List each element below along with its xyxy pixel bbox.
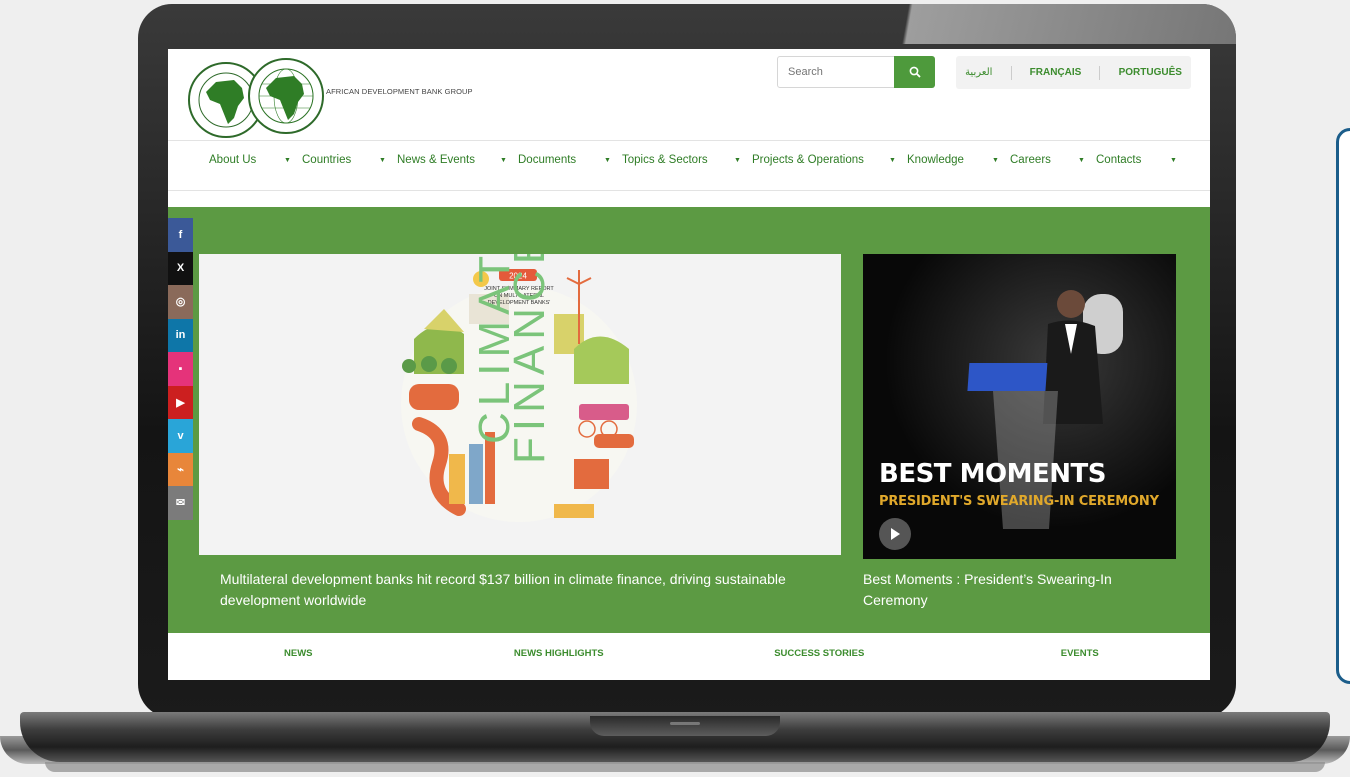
chevron-down-icon[interactable]: ▼ [500,141,507,179]
search-button[interactable] [894,56,935,88]
nav-contacts[interactable]: Contacts [1096,141,1141,179]
facebook-icon[interactable]: f [168,218,193,252]
vimeo-icon[interactable]: v [168,419,193,453]
x-icon[interactable]: X [168,251,193,285]
chevron-down-icon[interactable]: ▼ [889,141,896,179]
nav-knowledge[interactable]: Knowledge [907,141,964,179]
laptop-notch [590,716,780,736]
search-icon [909,66,921,78]
lang-portuguese[interactable]: PORTUGUÊS [1119,67,1182,78]
brand-name: AFRICAN DEVELOPMENT BANK GROUP [326,87,473,96]
browser-screen: AFRICAN DEVELOPMENT BANK GROUP العربية F… [168,49,1210,680]
climate-finance-caption[interactable]: Multilateral development banks hit recor… [220,569,820,611]
lang-arabic[interactable]: العربية [965,67,992,78]
nav-topics-sectors[interactable]: Topics & Sectors [622,141,708,179]
best-moments-slide[interactable]: BEST MOMENTS PRESIDENT'S SWEARING-IN CER… [863,254,1176,559]
youtube-icon[interactable]: ▶ [168,385,193,419]
tab-events[interactable]: EVENTS [950,633,1211,680]
chevron-down-icon[interactable]: ▼ [284,141,291,179]
content-tabs: NEWS NEWS HIGHLIGHTS SUCCESS STORIES EVE… [168,633,1210,680]
lang-french[interactable]: FRANÇAIS [1030,67,1082,78]
tab-news-highlights[interactable]: NEWS HIGHLIGHTS [429,633,690,680]
linkedin-icon[interactable]: in [168,318,193,352]
lid-glare [880,4,1236,44]
climate-finance-illustration: 2024 JOINT SUMMARY REPORT ON MULTILATERA… [401,254,637,522]
search-input[interactable] [777,56,895,88]
chevron-down-icon[interactable]: ▼ [379,141,386,179]
nav-news-events[interactable]: News & Events [397,141,475,179]
main-nav: About Us ▼ Countries ▼ News & Events ▼ D… [168,141,1210,191]
tab-success-stories[interactable]: SUCCESS STORIES [689,633,950,680]
play-button[interactable] [879,518,911,550]
rss-icon[interactable]: ⌁ [168,452,193,486]
laptop-foot [45,762,1325,772]
speaker-photo [863,254,1176,559]
nav-countries[interactable]: Countries [302,141,351,179]
nav-projects-operations[interactable]: Projects & Operations [752,141,864,179]
flickr-icon[interactable]: ▪ [168,352,193,386]
chevron-down-icon[interactable]: ▼ [734,141,741,179]
laptop-mockup: AFRICAN DEVELOPMENT BANK GROUP العربية F… [0,0,1350,777]
best-moments-title: BEST MOMENTS [879,459,1106,489]
email-icon[interactable]: ✉ [168,486,193,520]
chevron-down-icon[interactable]: ▼ [1078,141,1085,179]
language-switcher: العربية FRANÇAIS PORTUGUÊS [956,56,1191,89]
best-moments-subtitle: PRESIDENT'S SWEARING-IN CEREMONY [879,494,1159,509]
nav-documents[interactable]: Documents [518,141,576,179]
nav-careers[interactable]: Careers [1010,141,1051,179]
afdb-logo[interactable] [186,56,326,140]
art-word-finance: FINANCE [505,254,554,464]
site-header: AFRICAN DEVELOPMENT BANK GROUP العربية F… [168,49,1210,141]
tab-news[interactable]: NEWS [168,633,429,680]
instagram-icon[interactable]: ◎ [168,285,193,319]
chevron-down-icon[interactable]: ▼ [1170,141,1177,179]
best-moments-caption[interactable]: Best Moments : President’s Swearing-In C… [863,569,1163,611]
chevron-down-icon[interactable]: ▼ [992,141,999,179]
chevron-down-icon[interactable]: ▼ [604,141,611,179]
nav-about-us[interactable]: About Us [209,141,256,179]
background-panel [1336,128,1350,684]
climate-finance-slide[interactable]: 2024 JOINT SUMMARY REPORT ON MULTILATERA… [199,254,841,555]
play-icon [891,528,900,540]
social-bar: f X ◎ in ▪ ▶ v ⌁ ✉ [168,218,193,520]
